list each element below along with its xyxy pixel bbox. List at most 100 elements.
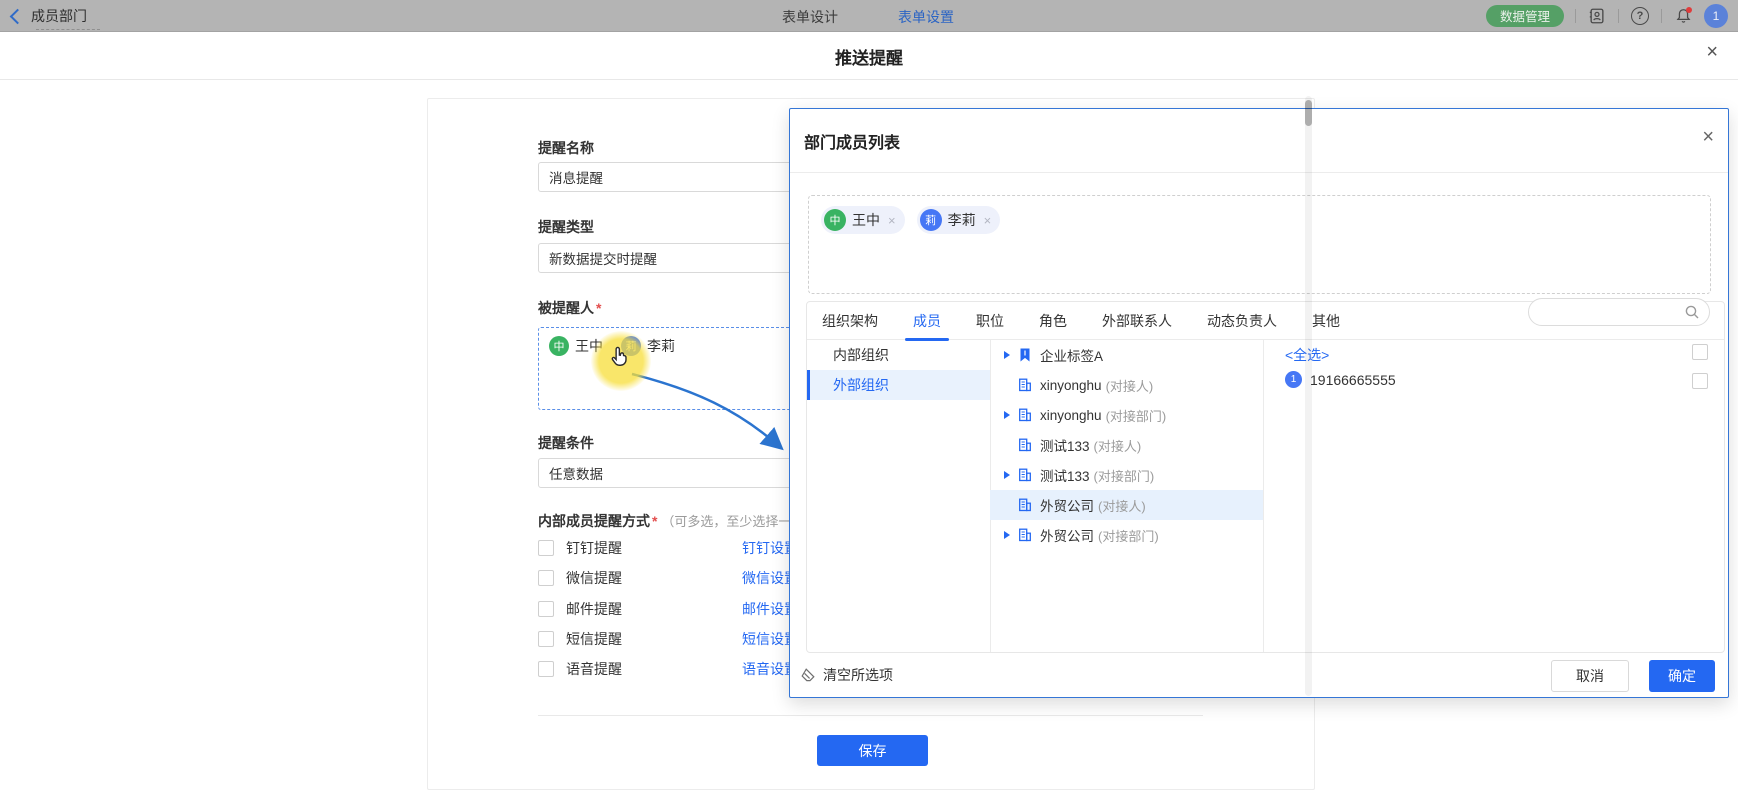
member-label: 19166665555 xyxy=(1310,372,1396,388)
divider xyxy=(1618,9,1619,23)
contacts-icon[interactable] xyxy=(1587,6,1607,26)
top-bar: 成员部门 表单设计 表单设置 数据管理 ? 1 xyxy=(0,0,1738,32)
tab-dynamic-owner[interactable]: 动态负责人 xyxy=(1207,311,1277,331)
recipient-tag[interactable]: 中 王中 xyxy=(549,336,603,356)
search-icon xyxy=(1684,304,1700,320)
nav-tab-form-settings[interactable]: 表单设置 xyxy=(898,7,954,27)
method-row: 邮件提醒 邮件设置 xyxy=(538,599,622,619)
app-root: { "colors": { "accent_blue": "#2468f2", … xyxy=(0,0,1738,781)
field-label-condition: 提醒条件 xyxy=(538,433,594,453)
page-title: 推送提醒 xyxy=(0,44,1738,69)
divider xyxy=(1661,9,1662,23)
required-asterisk: * xyxy=(596,300,601,316)
nav-tab-form-design[interactable]: 表单设计 xyxy=(782,7,838,27)
building-icon xyxy=(1017,497,1033,513)
selected-member-tag[interactable]: 莉 李莉 × xyxy=(917,206,1001,234)
voice-checkbox[interactable] xyxy=(538,661,554,677)
modal-close-icon[interactable]: × xyxy=(1702,127,1714,147)
search-input[interactable] xyxy=(1528,298,1710,326)
member-checkbox[interactable] xyxy=(1692,373,1708,389)
dingtalk-checkbox[interactable] xyxy=(538,540,554,556)
org-group-external[interactable]: 外部组织 xyxy=(807,370,990,400)
notification-bell-icon[interactable] xyxy=(1673,6,1693,26)
notification-dot xyxy=(1686,7,1692,13)
org-group-internal[interactable]: 内部组织 xyxy=(807,340,990,370)
page-header: 推送提醒 × xyxy=(0,31,1738,80)
required-asterisk: * xyxy=(652,513,657,529)
divider xyxy=(790,172,1728,173)
back-label-underline xyxy=(36,29,100,30)
method-row: 语音提醒 语音设置 xyxy=(538,659,622,679)
back-button[interactable]: 成员部门 xyxy=(12,6,87,26)
tree-item[interactable]: xinyonghu (对接部门) xyxy=(990,400,1263,430)
back-label: 成员部门 xyxy=(31,6,87,26)
modal-title: 部门成员列表 xyxy=(804,129,900,153)
picker-panel: 组织架构 成员 职位 角色 外部联系人 动态负责人 其他 内部组织 外部组织 企… xyxy=(806,301,1725,653)
bookmark-icon xyxy=(1017,347,1033,363)
building-icon xyxy=(1017,377,1033,393)
tab-position[interactable]: 职位 xyxy=(976,311,1004,331)
building-icon xyxy=(1017,437,1033,453)
tree-item[interactable]: xinyonghu (对接人) xyxy=(990,370,1263,400)
sms-checkbox[interactable] xyxy=(538,631,554,647)
org-group-list: 内部组织 外部组织 xyxy=(807,340,991,652)
remove-tag-icon[interactable]: × xyxy=(888,213,896,228)
tree-item[interactable]: 外贸公司 (对接部门) xyxy=(990,520,1263,550)
member-row[interactable]: 1 19166665555 xyxy=(1285,371,1396,388)
tree-item-selected[interactable]: 外贸公司 (对接人) xyxy=(990,490,1263,520)
selected-member-name: 王中 xyxy=(852,210,880,230)
expand-icon[interactable] xyxy=(1004,471,1010,479)
building-icon xyxy=(1017,527,1033,543)
remove-tag-icon[interactable]: × xyxy=(984,213,992,228)
modal-footer: 清空所选项 取消 确定 xyxy=(790,653,1728,697)
org-tree: 企业标签A xinyonghu (对接人) xinyonghu (对接部门) 测… xyxy=(990,340,1264,652)
tab-external-contacts[interactable]: 外部联系人 xyxy=(1102,311,1172,331)
scrollbar-thumb[interactable] xyxy=(1305,100,1312,126)
tab-members[interactable]: 成员 xyxy=(913,311,941,331)
expand-icon[interactable] xyxy=(1004,411,1010,419)
tab-role[interactable]: 角色 xyxy=(1039,311,1067,331)
building-icon xyxy=(1017,407,1033,423)
page-close-icon[interactable]: × xyxy=(1706,42,1718,62)
back-chevron-icon xyxy=(10,8,26,24)
method-row: 钉钉提醒 钉钉设置 xyxy=(538,538,622,558)
select-all-checkbox[interactable] xyxy=(1692,344,1708,360)
email-checkbox[interactable] xyxy=(538,601,554,617)
cancel-button[interactable]: 取消 xyxy=(1551,660,1629,692)
field-label-type: 提醒类型 xyxy=(538,217,594,237)
topbar-right-cluster: 数据管理 ? 1 xyxy=(1486,0,1728,31)
department-member-modal: 部门成员列表 × 中 王中 × 莉 李莉 × 组织架构 成员 职位 角色 外部联… xyxy=(789,108,1729,698)
expand-icon[interactable] xyxy=(1004,531,1010,539)
confirm-button[interactable]: 确定 xyxy=(1649,660,1715,692)
expand-icon[interactable] xyxy=(1004,351,1010,359)
save-button[interactable]: 保存 xyxy=(817,735,928,766)
avatar: 中 xyxy=(549,336,569,356)
picker-tabs: 组织架构 成员 职位 角色 外部联系人 动态负责人 其他 xyxy=(807,302,1724,340)
tree-item[interactable]: 测试133 (对接部门) xyxy=(990,460,1263,490)
recipient-name: 王中 xyxy=(575,336,603,356)
user-avatar[interactable]: 1 xyxy=(1704,4,1728,28)
building-icon xyxy=(1017,467,1033,483)
tree-item-enterprise-tag[interactable]: 企业标签A xyxy=(990,340,1263,370)
member-list: <全选> 1 19166665555 xyxy=(1263,340,1724,652)
selected-member-name: 李莉 xyxy=(948,210,976,230)
scrollbar-track[interactable] xyxy=(1305,96,1312,696)
field-label-recipients: 被提醒人* xyxy=(538,298,601,318)
tree-item[interactable]: 测试133 (对接人) xyxy=(990,430,1263,460)
method-row: 短信提醒 短信设置 xyxy=(538,629,622,649)
clear-icon xyxy=(800,667,816,683)
avatar: 中 xyxy=(824,209,846,231)
clear-selection-button[interactable]: 清空所选项 xyxy=(800,665,893,685)
tab-org-structure[interactable]: 组织架构 xyxy=(822,311,878,331)
selected-members-box: 中 王中 × 莉 李莉 × xyxy=(808,195,1711,294)
tab-other[interactable]: 其他 xyxy=(1312,311,1340,331)
avatar: 莉 xyxy=(621,336,641,356)
recipient-tag[interactable]: 莉 李莉 xyxy=(621,336,675,356)
data-manage-button[interactable]: 数据管理 xyxy=(1486,5,1564,27)
avatar: 莉 xyxy=(920,209,942,231)
recipient-name: 李莉 xyxy=(647,336,675,356)
selected-member-tag[interactable]: 中 王中 × xyxy=(821,206,905,234)
avatar: 1 xyxy=(1285,371,1302,388)
wechat-checkbox[interactable] xyxy=(538,570,554,586)
help-icon[interactable]: ? xyxy=(1630,6,1650,26)
